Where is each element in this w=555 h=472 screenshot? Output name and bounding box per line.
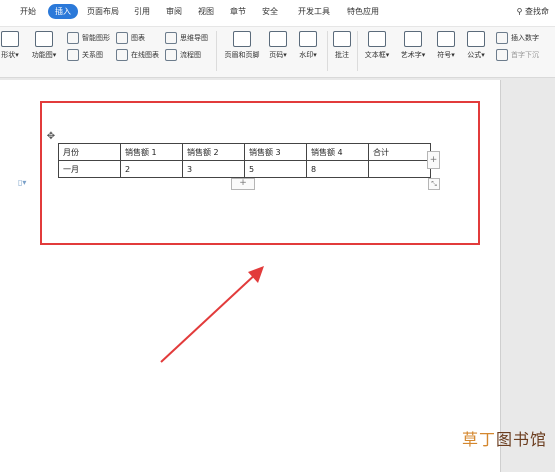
pi-icon: [467, 31, 485, 47]
header-footer-button[interactable]: 页眉和页脚: [220, 31, 264, 60]
search-label: 查找命: [525, 7, 549, 16]
comment-button[interactable]: 批注: [330, 31, 354, 60]
shape-icon: [1, 31, 19, 47]
function-diagram-button[interactable]: 功能图▾: [28, 31, 60, 60]
watermark-icon: [299, 31, 317, 47]
chart-icon: [116, 32, 128, 44]
insert-number-icon: [496, 32, 508, 44]
menu-page-layout[interactable]: 页面布局: [87, 6, 119, 17]
function-diagram-icon: [35, 31, 53, 47]
flowchart-button[interactable]: 流程图: [165, 49, 201, 61]
smart-shape-button[interactable]: 智能图形: [67, 32, 110, 44]
header-footer-icon: [233, 31, 251, 47]
shape-button[interactable]: 形状▾: [0, 31, 24, 60]
comment-icon: [333, 31, 351, 47]
menu-references[interactable]: 引用: [134, 6, 150, 17]
symbol-button[interactable]: 符号▾: [433, 31, 459, 60]
mindmap-button[interactable]: 思维导图: [165, 32, 208, 44]
flowchart-icon: [165, 49, 177, 61]
search-icon: ⚲: [516, 7, 523, 16]
menu-review[interactable]: 审阅: [166, 6, 182, 17]
textbox-button[interactable]: 文本框▾: [361, 31, 393, 60]
highlight-box: [40, 101, 480, 245]
initial-drop-icon: [496, 49, 508, 61]
wordart-icon: [404, 31, 422, 47]
formula-button[interactable]: 公式▾: [463, 31, 489, 60]
menu-view[interactable]: 视图: [198, 6, 214, 17]
relation-diagram-icon: [67, 49, 79, 61]
smart-shape-icon: [67, 32, 79, 44]
menu-chapter[interactable]: 章节: [230, 6, 246, 17]
insert-ribbon: 形状▾ 功能图▾ 智能图形 图表 思维导图 关系图 在线图表 流程图 页眉和页脚…: [0, 27, 555, 78]
ribbon-divider: [327, 31, 328, 71]
ribbon-divider: [357, 31, 358, 71]
page-number-button[interactable]: 页码▾: [265, 31, 291, 60]
wordart-button[interactable]: 艺术字▾: [397, 31, 429, 60]
site-watermark: 草丁图书馆: [461, 430, 547, 449]
chart-button[interactable]: 图表: [116, 32, 145, 44]
menu-bar: 开始 插入 页面布局 引用 审阅 视图 章节 安全 开发工具 特色应用 ⚲ 查找…: [0, 0, 555, 27]
menu-featured[interactable]: 特色应用: [347, 6, 379, 17]
omega-icon: [437, 31, 455, 47]
menu-developer[interactable]: 开发工具: [298, 6, 330, 17]
mindmap-icon: [165, 32, 177, 44]
relation-diagram-button[interactable]: 关系图: [67, 49, 103, 61]
page-number-icon: [269, 31, 287, 47]
textbox-icon: [368, 31, 386, 47]
insert-number-button[interactable]: 插入数字: [496, 32, 539, 44]
online-chart-button[interactable]: 在线图表: [116, 49, 159, 61]
search-box[interactable]: ⚲ 查找命: [517, 6, 549, 17]
menu-insert[interactable]: 插入: [48, 4, 78, 19]
online-chart-icon: [116, 49, 128, 61]
menu-security[interactable]: 安全: [262, 6, 278, 17]
menu-start[interactable]: 开始: [20, 6, 36, 17]
ribbon-divider: [216, 31, 217, 71]
initial-drop-button[interactable]: 首字下沉: [496, 49, 539, 61]
paragraph-marker-icon[interactable]: ▯▾: [18, 178, 26, 187]
watermark-button[interactable]: 水印▾: [294, 31, 322, 60]
